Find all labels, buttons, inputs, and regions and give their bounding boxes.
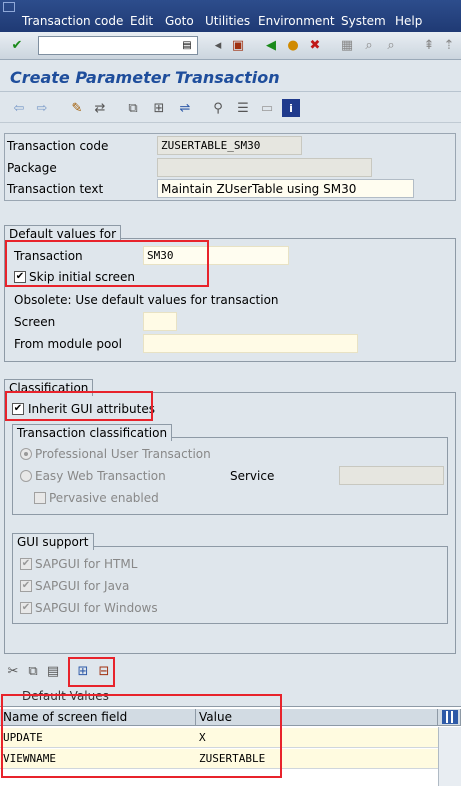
service-field[interactable]: [339, 466, 444, 485]
paste-icon[interactable]: ▤: [44, 662, 62, 680]
history-dropdown-icon[interactable]: ◂: [209, 36, 227, 54]
menu-environment[interactable]: Environment: [258, 14, 335, 28]
easy-web-radio[interactable]: [20, 470, 32, 482]
gui-java-label: SAPGUI for Java: [35, 579, 130, 593]
information-icon[interactable]: i: [282, 99, 300, 117]
back-icon[interactable]: ◀: [262, 36, 280, 54]
professional-radio[interactable]: [20, 448, 32, 460]
default-values-group-label: Default values for: [4, 225, 122, 242]
check-icon[interactable]: ⊞: [150, 99, 168, 117]
column-header-name[interactable]: Name of screen field: [0, 709, 196, 726]
transaction-classification-label: Transaction classification: [12, 424, 173, 441]
classification-group-label: Classification: [4, 379, 94, 396]
activate-icon[interactable]: ⇌: [176, 99, 194, 117]
find-next-icon[interactable]: ⌕: [382, 36, 400, 54]
transaction-field[interactable]: SM30: [143, 246, 289, 265]
where-used-icon[interactable]: ⚲: [209, 99, 227, 117]
menu-bar: Transaction code Edit Goto Utilities Env…: [0, 0, 461, 32]
inherit-gui-checkbox[interactable]: ✔: [12, 403, 24, 415]
gui-support-label: GUI support: [12, 533, 94, 550]
cancel-icon[interactable]: ✖: [306, 36, 324, 54]
table-row-2-name[interactable]: VIEWNAME: [0, 749, 196, 769]
command-field[interactable]: [38, 36, 198, 55]
inherit-gui-label: Inherit GUI attributes: [28, 402, 155, 416]
first-page-icon[interactable]: ⇞: [420, 36, 438, 54]
forward-arrow-icon[interactable]: ⇨: [33, 99, 51, 117]
module-pool-label: From module pool: [14, 337, 122, 351]
other-object-icon[interactable]: ⧉: [124, 99, 142, 117]
columns-icon: [442, 710, 458, 724]
column-header-value[interactable]: Value: [196, 709, 438, 726]
find-icon[interactable]: ⌕: [360, 36, 378, 54]
package-field[interactable]: [157, 158, 372, 177]
save-icon[interactable]: ▣: [229, 36, 247, 54]
table-scrollbar[interactable]: [438, 727, 461, 786]
menu-goto[interactable]: Goto: [165, 14, 194, 28]
gui-java-checkbox[interactable]: ✔: [20, 580, 32, 592]
screen-label: Screen: [14, 315, 56, 329]
screen-field[interactable]: [143, 312, 177, 331]
obsolete-text: Obsolete: Use default values for transac…: [14, 293, 279, 307]
window-menu-icon[interactable]: [3, 2, 15, 12]
menu-edit[interactable]: Edit: [130, 14, 153, 28]
gui-html-checkbox[interactable]: ✔: [20, 558, 32, 570]
transaction-text-field[interactable]: Maintain ZUserTable using SM30: [157, 179, 414, 198]
previous-page-icon[interactable]: ⇡: [440, 36, 458, 54]
professional-label: Professional User Transaction: [35, 447, 211, 461]
title-bar: Create Parameter Transaction: [0, 62, 461, 92]
transaction-text-label: Transaction text: [7, 182, 104, 196]
exit-icon[interactable]: ●: [284, 36, 302, 54]
pervasive-label: Pervasive enabled: [49, 491, 159, 505]
table-row-1-name[interactable]: UPDATE: [0, 728, 196, 748]
skip-initial-screen-checkbox[interactable]: ✔: [14, 271, 26, 283]
object-list-icon[interactable]: ☰: [234, 99, 252, 117]
transaction-code-label: Transaction code: [7, 139, 109, 153]
package-label: Package: [7, 161, 57, 175]
gui-windows-checkbox[interactable]: ✔: [20, 602, 32, 614]
page-title: Create Parameter Transaction: [10, 68, 280, 87]
command-history-icon[interactable]: ▤: [178, 36, 196, 55]
gui-windows-label: SAPGUI for Windows: [35, 601, 158, 615]
service-label: Service: [230, 469, 275, 483]
menu-help[interactable]: Help: [395, 14, 422, 28]
application-toolbar: ⇦ ⇨ ✎ ⇄ ⧉ ⊞ ⇌ ⚲ ☰ ▭ i: [0, 93, 461, 123]
table-row-2-value[interactable]: ZUSERTABLE: [196, 749, 438, 769]
table-settings-icon[interactable]: [438, 709, 461, 726]
enter-check-icon[interactable]: ✔: [8, 36, 26, 54]
transaction-code-field: ZUSERTABLE_SM30: [157, 136, 302, 155]
cut-icon[interactable]: ✂: [4, 662, 22, 680]
standard-toolbar: ✔ ▤ ◂ ▣ ◀ ● ✖ ▦ ⌕ ⌕ ⇞ ⇡: [0, 32, 461, 60]
module-pool-field[interactable]: [143, 334, 358, 353]
insert-row-icon[interactable]: ⊞: [74, 662, 92, 680]
gui-html-label: SAPGUI for HTML: [35, 557, 138, 571]
menu-transaction-code[interactable]: Transaction code: [22, 14, 123, 28]
easy-web-label: Easy Web Transaction: [35, 469, 166, 483]
back-arrow-icon[interactable]: ⇦: [10, 99, 28, 117]
table-row-1-value[interactable]: X: [196, 728, 438, 748]
delete-row-icon[interactable]: ⊟: [95, 662, 113, 680]
active-inactive-icon[interactable]: ⇄: [91, 99, 109, 117]
menu-utilities[interactable]: Utilities: [205, 14, 250, 28]
skip-initial-screen-label: Skip initial screen: [29, 270, 136, 284]
display-change-icon[interactable]: ✎: [68, 99, 86, 117]
menu-system[interactable]: System: [341, 14, 386, 28]
navigation-window-icon[interactable]: ▭: [258, 99, 276, 117]
table-caption: Default Values: [22, 689, 109, 703]
pervasive-checkbox[interactable]: [34, 492, 46, 504]
transaction-label: Transaction: [14, 249, 83, 263]
copy-icon[interactable]: ⧉: [24, 662, 42, 680]
print-icon[interactable]: ▦: [338, 36, 356, 54]
